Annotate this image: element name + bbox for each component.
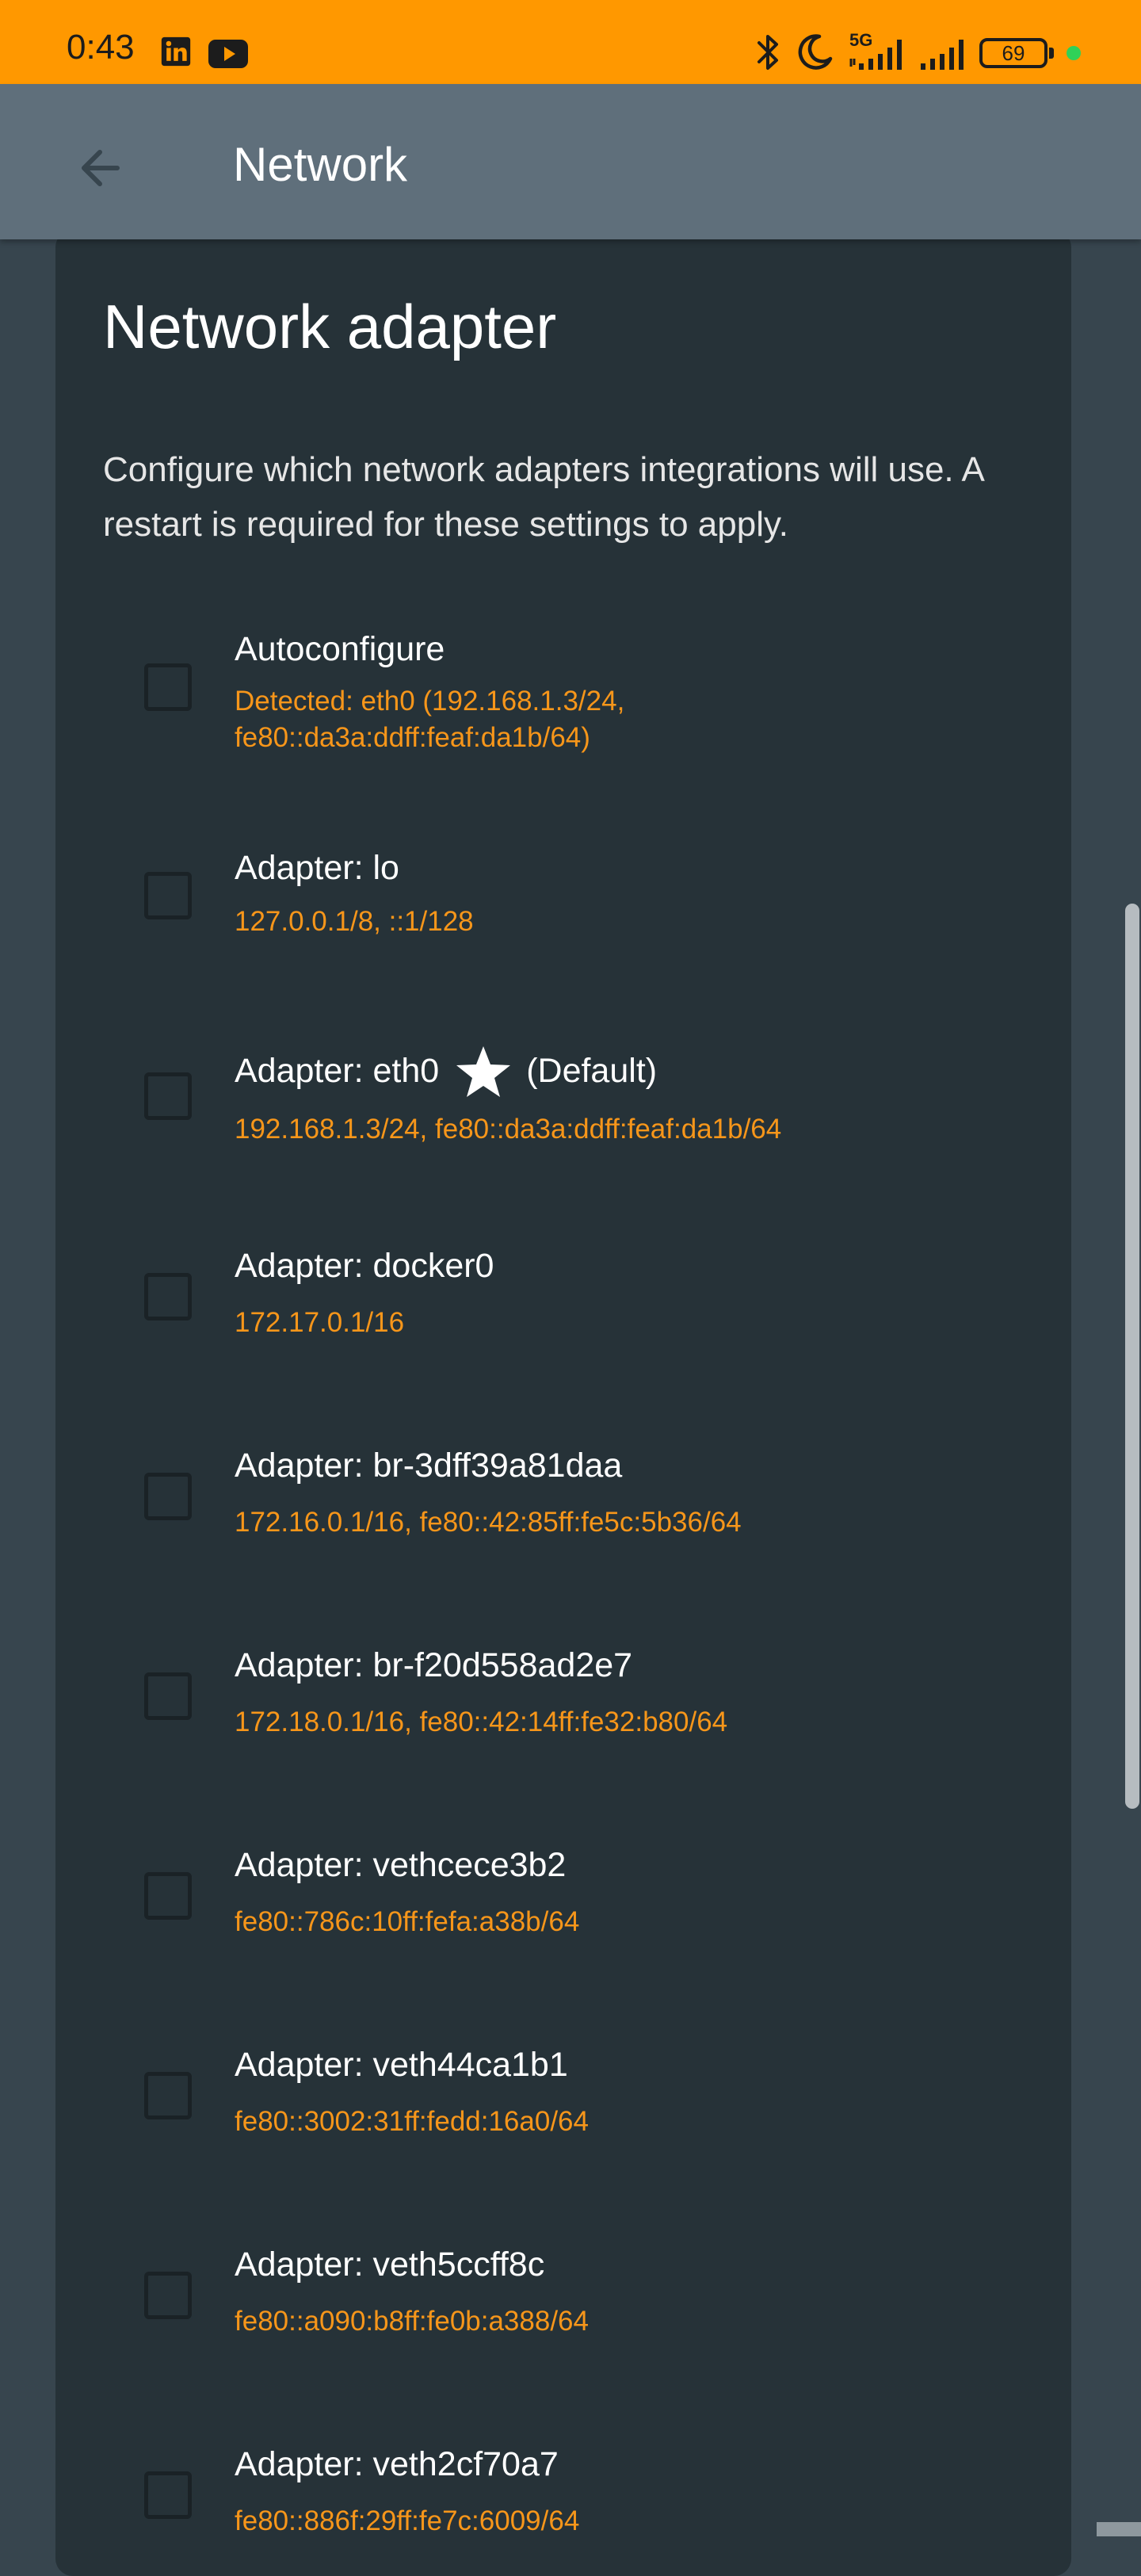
page-title: Network bbox=[233, 138, 408, 191]
star-icon bbox=[456, 1046, 511, 1097]
option-label: Adapter: lo bbox=[235, 849, 399, 887]
option-detail: Detected: eth0 (192.168.1.3/24, bbox=[235, 686, 625, 717]
arrow-left-icon bbox=[82, 150, 120, 186]
option-detail: fe80::3002:31ff:fedd:16a0/64 bbox=[235, 2106, 589, 2137]
option-autoconfigure[interactable]: Autoconfigure Detected: eth0 (192.168.1.… bbox=[55, 618, 1071, 777]
option-detail-line2: fe80::da3a:ddff:feaf:da1b/64) bbox=[235, 722, 590, 753]
signal-icon bbox=[921, 40, 964, 70]
card-title: Network adapter bbox=[103, 292, 557, 361]
checkbox[interactable] bbox=[144, 1273, 192, 1320]
checkbox[interactable] bbox=[144, 2471, 192, 2519]
scrollbar[interactable] bbox=[1125, 904, 1139, 1809]
option-label: Adapter: br-f20d558ad2e7 bbox=[235, 1646, 633, 1684]
linkedin-icon bbox=[161, 36, 191, 67]
option-detail: 172.17.0.1/16 bbox=[235, 1307, 405, 1338]
option-detail: 172.16.0.1/16, fe80::42:85ff:fe5c:5b36/6… bbox=[235, 1507, 742, 1538]
bluetooth-icon bbox=[757, 35, 778, 70]
checkbox[interactable] bbox=[144, 663, 192, 711]
status-bar: 0:43 5G 69 bbox=[0, 0, 1141, 84]
option-label-row: Adapter: eth0 (Default) bbox=[235, 1045, 657, 1099]
do-not-disturb-icon bbox=[798, 34, 833, 70]
app-bar: Network bbox=[0, 84, 1141, 239]
default-label: (Default) bbox=[526, 1052, 658, 1091]
option-adapter-br-f20d558ad2e7[interactable]: Adapter: br-f20d558ad2e7 172.18.0.1/16, … bbox=[55, 1645, 1071, 1804]
checkbox[interactable] bbox=[144, 1072, 192, 1120]
network-adapter-card: Network adapter Configure which network … bbox=[55, 230, 1071, 2576]
option-label: Adapter: br-3dff39a81daa bbox=[235, 1447, 623, 1485]
back-button[interactable] bbox=[57, 124, 146, 212]
option-adapter-docker0[interactable]: Adapter: docker0 172.17.0.1/16 bbox=[55, 1246, 1071, 1405]
signal-5g-icon: 5G bbox=[846, 29, 911, 73]
option-label: Adapter: veth2cf70a7 bbox=[235, 2445, 559, 2483]
option-label: Adapter: veth5ccff8c bbox=[235, 2245, 545, 2284]
option-adapter-eth0[interactable]: Adapter: eth0 (Default) 192.168.1.3/24, … bbox=[55, 1045, 1071, 1203]
option-adapter-veth2cf70a7[interactable]: Adapter: veth2cf70a7 fe80::886f:29ff:fe7… bbox=[55, 2444, 1071, 2576]
card-description: Configure which network adapters integra… bbox=[103, 450, 983, 544]
option-label: Adapter: eth0 bbox=[235, 1052, 440, 1091]
checkbox[interactable] bbox=[144, 1872, 192, 1920]
privacy-dot-icon bbox=[1067, 46, 1081, 60]
option-label: Adapter: veth44ca1b1 bbox=[235, 2046, 568, 2084]
checkbox[interactable] bbox=[144, 1672, 192, 1720]
battery-icon: 69 bbox=[979, 38, 1048, 68]
option-adapter-vethcece3b2[interactable]: Adapter: vethcece3b2 fe80::786c:10ff:fef… bbox=[55, 1845, 1071, 2004]
option-detail: fe80::a090:b8ff:fe0b:a388/64 bbox=[235, 2306, 589, 2337]
battery-tip bbox=[1049, 48, 1054, 59]
youtube-icon bbox=[208, 40, 248, 68]
checkbox[interactable] bbox=[144, 1473, 192, 1520]
checkbox[interactable] bbox=[144, 872, 192, 919]
option-detail: 192.168.1.3/24, fe80::da3a:ddff:feaf:da1… bbox=[235, 1114, 782, 1145]
option-adapter-br-3dff39a81daa[interactable]: Adapter: br-3dff39a81daa 172.16.0.1/16, … bbox=[55, 1446, 1071, 1604]
option-adapter-veth5ccff8c[interactable]: Adapter: veth5ccff8c fe80::a090:b8ff:fe0… bbox=[55, 2245, 1071, 2403]
option-detail: 172.18.0.1/16, fe80::42:14ff:fe32:b80/64 bbox=[235, 1707, 728, 1737]
checkbox[interactable] bbox=[144, 2072, 192, 2119]
option-label: Adapter: docker0 bbox=[235, 1247, 494, 1285]
option-label: Adapter: vethcece3b2 bbox=[235, 1846, 567, 1884]
bottom-handle bbox=[1097, 2522, 1141, 2536]
option-detail: fe80::786c:10ff:fefa:a38b/64 bbox=[235, 1906, 580, 1937]
option-detail: fe80::886f:29ff:fe7c:6009/64 bbox=[235, 2505, 580, 2536]
option-adapter-lo[interactable]: Adapter: lo 127.0.0.1/8, ::1/128 bbox=[55, 848, 1071, 1007]
checkbox[interactable] bbox=[144, 2272, 192, 2319]
option-detail: 127.0.0.1/8, ::1/128 bbox=[235, 906, 474, 937]
option-adapter-veth44ca1b1[interactable]: Adapter: veth44ca1b1 fe80::3002:31ff:fed… bbox=[55, 2045, 1071, 2203]
option-label: Autoconfigure bbox=[235, 630, 445, 668]
battery-level: 69 bbox=[1002, 41, 1025, 65]
status-time: 0:43 bbox=[67, 28, 135, 67]
